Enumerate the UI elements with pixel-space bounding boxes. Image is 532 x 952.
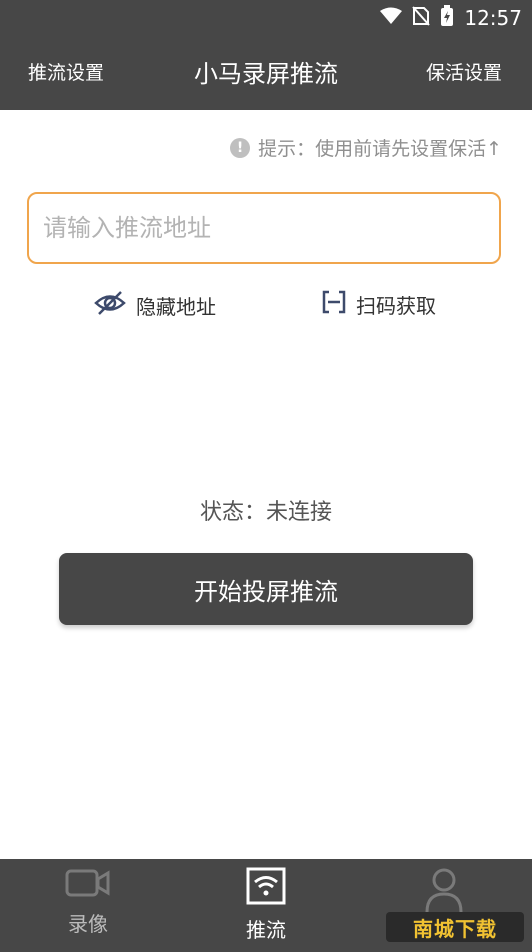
nav-label-push: 推流 [246,918,286,942]
scan-icon [322,290,346,319]
scan-qr-button[interactable]: 扫码获取 [322,290,436,319]
eye-off-icon [94,290,126,321]
hint-text: 提示：使用前请先设置保活↑ [258,138,502,160]
stream-url-input[interactable] [41,213,499,243]
status-time: 12:57 [464,6,522,30]
hide-address-label: 隐藏地址 [136,295,216,319]
wifi-stream-icon [246,867,286,910]
info-icon: ! [230,137,251,158]
nav-item-record[interactable]: 录像 [28,867,148,937]
nav-label-record: 录像 [68,912,108,936]
battery-charging-icon [440,5,454,31]
nav-item-push[interactable]: 推流 [206,867,326,943]
hint-row: ! 提示：使用前请先设置保活↑ [230,134,502,161]
stream-url-field[interactable] [27,192,501,264]
connection-status: 状态：未连接 [199,500,332,525]
no-sim-icon [412,6,431,30]
wifi-icon [380,7,403,29]
status-icons: 12:57 [380,5,522,31]
watermark-logo: 南城下载 [386,912,524,942]
address-actions: 隐藏地址 扫码获取 [0,286,532,326]
keepalive-settings-button[interactable]: 保活设置 [426,58,502,85]
app-bar: 推流设置 小马录屏推流 保活设置 [0,36,532,110]
hide-address-button[interactable]: 隐藏地址 [94,290,216,321]
start-streaming-button[interactable]: 开始投屏推流 [59,553,473,625]
status-bar: 12:57 [0,0,532,36]
top-bar: 12:57 推流设置 小马录屏推流 保活设置 [0,0,532,110]
scan-label: 扫码获取 [356,294,436,318]
video-camera-icon [65,869,111,904]
